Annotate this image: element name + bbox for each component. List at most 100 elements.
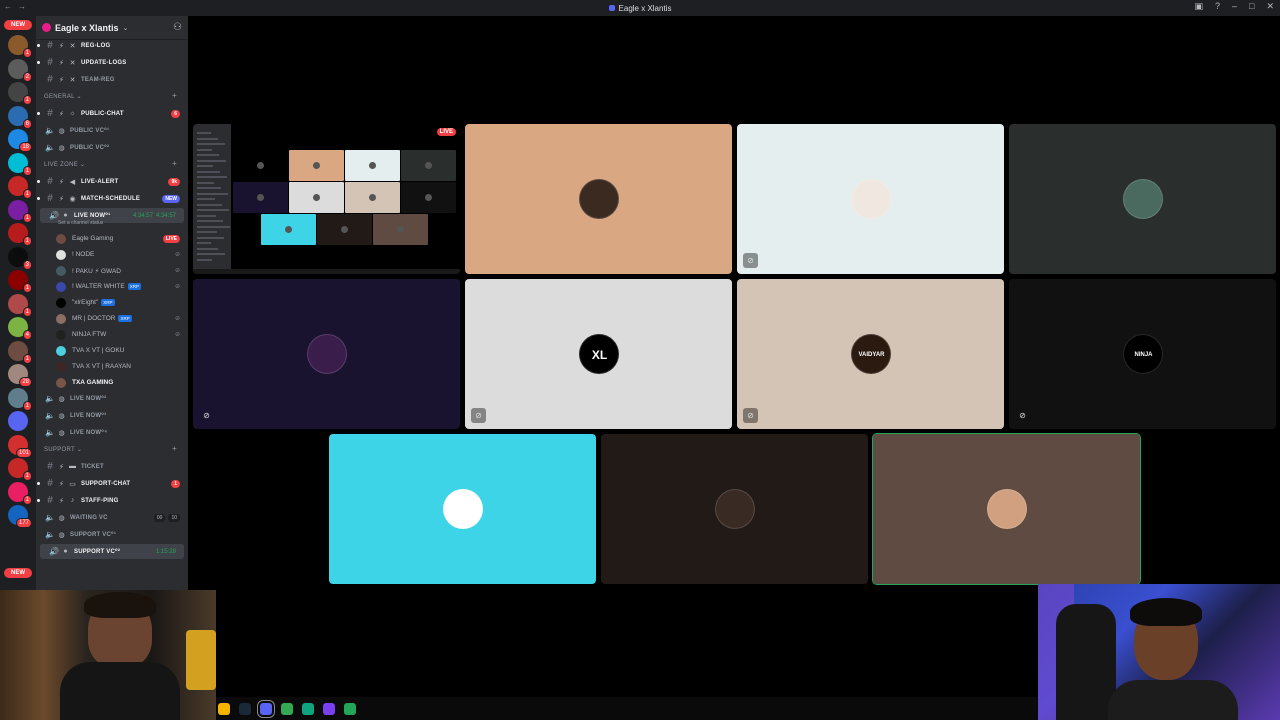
server-icon[interactable]: [8, 411, 28, 431]
discord-icon[interactable]: [257, 699, 275, 718]
app-lambda-icon[interactable]: [344, 702, 356, 715]
member-name: TVA X VT | GOKU: [72, 347, 125, 354]
text-channel[interactable]: # ⚡ ▬ TICKET: [36, 459, 188, 474]
category-header[interactable]: GENERAL ⌄ +: [44, 91, 177, 100]
server-icon[interactable]: 177: [8, 505, 32, 528]
category-header[interactable]: LIVE ZONE ⌄ +: [44, 159, 177, 168]
participant-tile[interactable]: [601, 434, 868, 584]
voice-channel[interactable]: 🔈 ◍ SUPPORT VC⁰¹: [36, 527, 188, 542]
screenshare-line: [197, 165, 213, 167]
voice-member[interactable]: MR | DOCTOR XRP ⊘: [56, 311, 184, 326]
text-channel[interactable]: # ⚡ ✕ TEAM-REG: [36, 72, 188, 87]
server-icon[interactable]: 101: [8, 434, 32, 458]
participant-tile[interactable]: XL ⊘: [465, 279, 732, 429]
forward-arrow-icon[interactable]: →: [18, 2, 26, 11]
participant-tile[interactable]: [465, 124, 732, 274]
voice-member[interactable]: ! NODE ⊘: [56, 247, 184, 262]
screenshare-mini-avatar: [285, 226, 292, 233]
channel-status[interactable]: Set a channel status: [58, 220, 103, 226]
chrome-icon[interactable]: [218, 702, 230, 715]
channel-emoji-icon: ◍: [58, 514, 65, 522]
server-icon[interactable]: 1: [8, 82, 32, 105]
participant-tile[interactable]: LIVE: [193, 124, 460, 274]
screenshare-line: [197, 176, 227, 178]
participant-tile[interactable]: [872, 433, 1141, 585]
voice-channel[interactable]: 🔈 ◍ PUBLIC VC⁰²: [36, 140, 188, 155]
minimize-icon[interactable]: –: [1232, 1, 1237, 12]
browser-icon[interactable]: [281, 702, 293, 715]
participant-tile[interactable]: ⊘: [737, 124, 1004, 274]
inbox-icon[interactable]: ▣: [1194, 1, 1203, 12]
add-channel-icon[interactable]: +: [172, 91, 177, 100]
steam-icon[interactable]: [239, 702, 251, 715]
invite-people-icon[interactable]: ⚇: [173, 22, 182, 33]
channel-name: PUBLIC VC⁰¹: [70, 128, 110, 134]
server-icon[interactable]: 1: [8, 35, 32, 58]
voice-member[interactable]: "xlrEight" XRP: [56, 295, 184, 310]
voice-channel[interactable]: 🔊 ● SUPPORT VC⁰² 1:15:28: [40, 544, 184, 559]
text-channel[interactable]: # ⚡ ◀ LIVE-ALERT 9k: [36, 174, 188, 189]
text-channel[interactable]: # ⚡ ✕ REG-LOG: [36, 38, 188, 53]
guild-header[interactable]: Eagle x Xlantis ⌄ ⚇: [36, 16, 188, 40]
server-icon[interactable]: 1: [8, 270, 32, 293]
voice-member[interactable]: TVA X VT | RAAYAN: [56, 359, 184, 374]
voice-channel[interactable]: 🔈 ◍ WAITING VC 00 10: [36, 510, 188, 525]
app-purple-icon[interactable]: [323, 702, 335, 715]
server-icon[interactable]: 1: [8, 387, 32, 411]
voice-channel[interactable]: 🔈 ◍ LIVE NOW⁰²: [36, 391, 188, 406]
server-icon[interactable]: 3: [8, 246, 32, 270]
voice-member[interactable]: TVA X VT | GOKU: [56, 343, 184, 358]
server-icon[interactable]: 1: [8, 176, 32, 199]
new-unread-pill-top[interactable]: NEW: [4, 20, 32, 30]
participant-tile[interactable]: VAIDYAR ⊘: [737, 279, 1004, 429]
participant-tile[interactable]: [1009, 124, 1276, 274]
server-icon[interactable]: 28: [8, 364, 32, 387]
voice-member[interactable]: Eagle Gaming LIVE: [56, 231, 184, 246]
add-channel-icon[interactable]: +: [172, 159, 177, 168]
new-unread-pill-bottom[interactable]: NEW: [4, 568, 32, 578]
hash-icon: #: [47, 478, 53, 489]
hash-icon: #: [47, 57, 53, 68]
participant-tile[interactable]: [329, 434, 596, 584]
voice-member[interactable]: ! PAKU ⚡ GWAD ⊘: [56, 263, 184, 278]
maximize-icon[interactable]: □: [1249, 1, 1254, 12]
mention-badge: 28: [19, 377, 32, 387]
chevron-down-icon: ⌄: [74, 447, 83, 453]
text-channel[interactable]: # ⚡ ✕ UPDATE-LOGS: [36, 55, 188, 70]
close-icon[interactable]: ✕: [1266, 1, 1274, 12]
voice-member[interactable]: TXA GAMING: [56, 375, 184, 390]
voice-channel[interactable]: 🔈 ◍ LIVE NOW⁰⁴: [36, 425, 188, 440]
speaker-icon: 🔈: [45, 428, 55, 437]
back-arrow-icon[interactable]: ←: [4, 2, 12, 11]
app-green-icon[interactable]: [302, 702, 314, 715]
participant-tile[interactable]: ⊘: [193, 279, 460, 429]
server-icon[interactable]: 1: [8, 199, 32, 223]
server-icon[interactable]: 1: [8, 223, 32, 246]
voice-channel[interactable]: 🔈 ◍ PUBLIC VC⁰¹: [36, 123, 188, 138]
voice-member[interactable]: ! WALTER WHITE XRP ⊘: [56, 279, 184, 294]
server-icon[interactable]: 18: [8, 129, 32, 152]
server-icon[interactable]: 2: [8, 58, 32, 82]
help-icon[interactable]: ?: [1215, 1, 1220, 12]
text-channel[interactable]: # ⚡ ▭ SUPPORT-CHAT 1: [36, 476, 188, 491]
text-channel[interactable]: # ⚡ ◉ MATCH-SCHEDULE NEW: [36, 191, 188, 206]
server-icon[interactable]: 1: [8, 340, 32, 364]
screenshare-line: [197, 143, 225, 145]
text-channel[interactable]: # ⚡ ♪ STAFF-PING: [36, 493, 188, 508]
category-header[interactable]: SUPPORT ⌄ +: [44, 444, 177, 453]
server-icon[interactable]: 4: [8, 317, 32, 340]
muted-icon: ⊘: [174, 316, 180, 322]
voice-member[interactable]: NINJA FTW ⊘: [56, 327, 184, 342]
mention-badge: 1: [22, 165, 32, 176]
screenshare-line: [197, 253, 225, 255]
server-icon[interactable]: 6: [8, 105, 32, 129]
text-channel[interactable]: # ⚡ ☼ PUBLIC-CHAT 6: [36, 106, 188, 121]
add-channel-icon[interactable]: +: [172, 444, 177, 453]
server-icon[interactable]: 1: [8, 293, 32, 317]
server-icon[interactable]: 1: [8, 458, 32, 481]
server-icon[interactable]: 1: [8, 481, 32, 505]
server-icon[interactable]: 1: [8, 152, 32, 176]
participant-tile[interactable]: NINJA ⊘: [1009, 279, 1276, 429]
screenshare-line: [197, 203, 222, 206]
voice-channel[interactable]: 🔈 ◍ LIVE NOW⁰³: [36, 408, 188, 423]
